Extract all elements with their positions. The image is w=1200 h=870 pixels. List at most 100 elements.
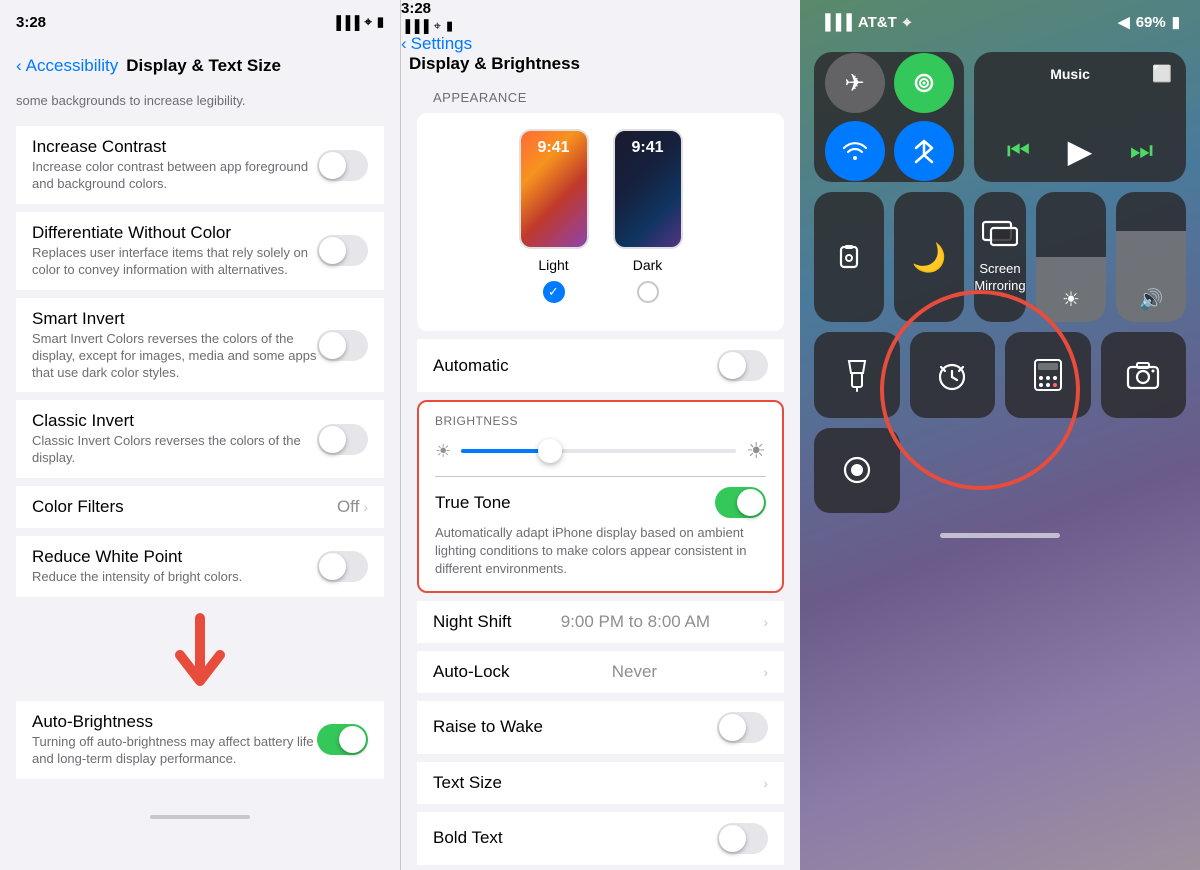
cc-row2: 🌙 ScreenMirroring ☀ 🔊 <box>814 192 1186 322</box>
panel2-back-label[interactable]: Settings <box>411 34 472 54</box>
battery-icon: ▮ <box>446 18 453 34</box>
night-shift-value: 9:00 PM to 8:00 AM <box>561 612 710 632</box>
smart-invert-toggle[interactable] <box>317 330 368 361</box>
cellular-button[interactable] <box>894 53 954 113</box>
automatic-label: Automatic <box>433 356 509 376</box>
brightness-slider-thumb[interactable] <box>538 439 562 463</box>
automatic-toggle[interactable] <box>717 350 768 381</box>
wifi-button[interactable] <box>825 121 885 181</box>
dark-thumb-time: 9:41 <box>631 139 663 157</box>
play-pause-button[interactable]: ▶ <box>1068 132 1093 170</box>
auto-brightness-toggle[interactable] <box>317 724 368 755</box>
bold-text-group: Bold Text <box>417 812 784 865</box>
true-tone-label: True Tone <box>435 493 511 513</box>
increase-contrast-row: Increase Contrast Increase color contras… <box>16 126 384 204</box>
panel2-back-button[interactable]: ‹ Settings <box>401 34 800 54</box>
smart-invert-row: Smart Invert Smart Invert Colors reverse… <box>16 298 384 393</box>
increase-contrast-title: Increase Contrast <box>32 137 317 157</box>
bluetooth-button[interactable] <box>894 121 954 181</box>
screen-record-button[interactable] <box>814 428 900 514</box>
panel2-time: 3:28 <box>401 0 431 17</box>
panel1-back-label[interactable]: Accessibility <box>26 56 119 76</box>
panel1-subtext: some backgrounds to increase legibility. <box>0 88 400 118</box>
brightness-control[interactable]: ☀ <box>1036 192 1106 322</box>
automatic-group: Automatic <box>417 339 784 392</box>
increase-contrast-toggle[interactable] <box>317 150 368 181</box>
classic-invert-row: Classic Invert Classic Invert Colors rev… <box>16 400 384 478</box>
color-filters-title: Color Filters <box>32 497 337 517</box>
screen-mirroring-button[interactable]: ScreenMirroring <box>974 192 1026 322</box>
panel2-nav-bar: ‹ Settings Display & Brightness <box>401 34 800 74</box>
text-size-row[interactable]: Text Size › <box>417 762 784 804</box>
light-mode-thumb: 9:41 <box>519 129 589 249</box>
bold-text-label: Bold Text <box>433 828 503 848</box>
raise-to-wake-label: Raise to Wake <box>433 717 543 737</box>
true-tone-sub: Automatically adapt iPhone display based… <box>435 518 766 579</box>
cc-carrier-label: AT&T <box>858 14 897 31</box>
flashlight-button[interactable] <box>814 332 900 418</box>
auto-brightness-sub: Turning off auto-brightness may affect b… <box>32 734 317 768</box>
classic-invert-sub: Classic Invert Colors reverses the color… <box>32 433 317 467</box>
color-filters-row[interactable]: Color Filters Off › <box>16 486 384 528</box>
dark-mode-option[interactable]: 9:41 Dark <box>613 129 683 303</box>
home-bar <box>940 533 1060 538</box>
reduce-white-point-toggle[interactable] <box>317 551 368 582</box>
light-mode-radio[interactable] <box>543 281 565 303</box>
airplay-icon[interactable]: ⬜ <box>1152 64 1172 84</box>
cc-row4 <box>814 428 1186 514</box>
differentiate-sub: Replaces user interface items that rely … <box>32 245 317 279</box>
bold-text-toggle[interactable] <box>717 823 768 854</box>
next-track-button[interactable]: ⏭ <box>1130 135 1153 167</box>
panel1-back-button[interactable]: ‹ Accessibility <box>16 56 118 76</box>
brightness-section: BRIGHTNESS ☀ ☀ True Tone Automatically a… <box>417 400 784 593</box>
light-mode-option[interactable]: 9:41 Light <box>519 129 589 303</box>
wifi-icon: ⌖ <box>434 18 441 34</box>
camera-button[interactable] <box>1101 332 1187 418</box>
back-chevron-icon: ‹ <box>16 56 22 76</box>
raise-to-wake-toggle[interactable] <box>717 712 768 743</box>
auto-lock-label: Auto-Lock <box>433 662 510 682</box>
text-size-chevron: › <box>763 775 768 791</box>
raise-to-wake-group: Raise to Wake <box>417 701 784 754</box>
night-shift-row[interactable]: Night Shift 9:00 PM to 8:00 AM › <box>417 601 784 643</box>
bold-text-row: Bold Text <box>417 812 784 865</box>
light-thumb-time: 9:41 <box>537 139 569 157</box>
appearance-header: APPEARANCE <box>401 74 800 113</box>
true-tone-toggle[interactable] <box>715 487 766 518</box>
cc-carrier-info: ▐▐▐ AT&T ⌖ <box>820 14 911 31</box>
panel1-status-bar: 3:28 ▐▐▐ ⌖ ▮ <box>0 0 400 44</box>
differentiate-group: Differentiate Without Color Replaces use… <box>16 212 384 290</box>
auto-lock-chevron: › <box>763 664 768 680</box>
dark-mode-radio[interactable] <box>637 281 659 303</box>
brightness-slider-track[interactable] <box>461 449 736 453</box>
classic-invert-group: Classic Invert Classic Invert Colors rev… <box>16 400 384 478</box>
classic-invert-toggle[interactable] <box>317 424 368 455</box>
battery-icon: ▮ <box>377 14 384 30</box>
reduce-white-point-group: Reduce White Point Reduce the intensity … <box>16 536 384 597</box>
light-mode-label: Light <box>538 257 568 273</box>
appearance-options-container: 9:41 Light 9:41 Dark <box>417 113 784 331</box>
appearance-options: 9:41 Light 9:41 Dark <box>433 129 768 303</box>
differentiate-toggle[interactable] <box>317 235 368 266</box>
calculator-button[interactable] <box>1005 332 1091 418</box>
night-shift-label: Night Shift <box>433 612 511 632</box>
orientation-lock-button[interactable] <box>814 192 884 322</box>
music-controls: ⏮ ▶ ⏭ <box>988 132 1172 170</box>
night-shift-group: Night Shift 9:00 PM to 8:00 AM › <box>417 601 784 643</box>
do-not-disturb-button[interactable]: 🌙 <box>894 192 964 322</box>
increase-contrast-sub: Increase color contrast between app fore… <box>32 159 317 193</box>
reduce-white-point-sub: Reduce the intensity of bright colors. <box>32 569 317 586</box>
panel2-scroll: APPEARANCE 9:41 Light 9:41 Dark <box>401 74 800 870</box>
signal-icon: ▐▐▐ <box>332 15 360 30</box>
auto-lock-row[interactable]: Auto-Lock Never › <box>417 651 784 693</box>
increase-contrast-group: Increase Contrast Increase color contras… <box>16 126 384 204</box>
sun-dim-icon: ☀ <box>435 441 451 462</box>
true-tone-row: True Tone <box>435 476 766 518</box>
airplane-mode-button[interactable]: ✈ <box>825 53 885 113</box>
alarm-button[interactable] <box>910 332 996 418</box>
volume-control[interactable]: 🔊 <box>1116 192 1186 322</box>
smart-invert-title: Smart Invert <box>32 309 317 329</box>
previous-track-button[interactable]: ⏮ <box>1007 135 1030 167</box>
wifi-icon: ⌖ <box>365 14 372 30</box>
panel2-status-bar: 3:28 ▐▐▐ ⌖ ▮ <box>401 0 800 34</box>
